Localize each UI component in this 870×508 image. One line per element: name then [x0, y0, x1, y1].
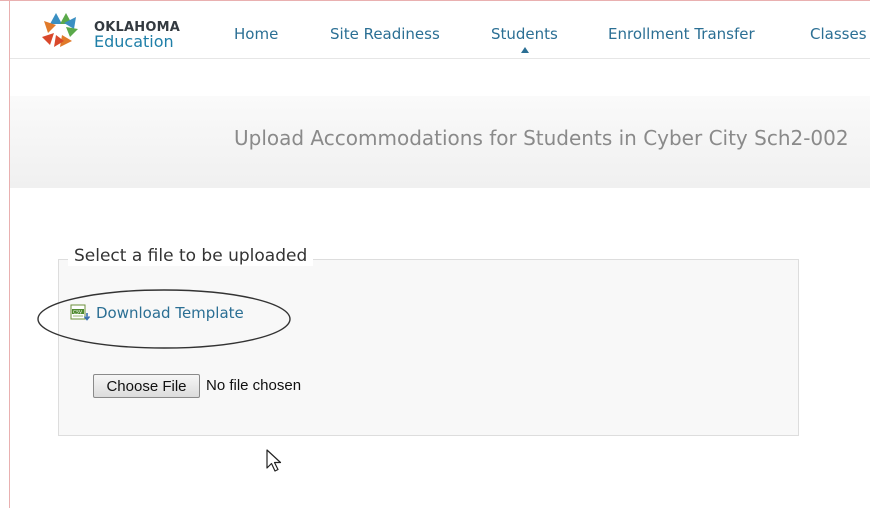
nav-item-enrollment-transfer[interactable]: Enrollment Transfer — [608, 25, 755, 43]
annotation-ellipse — [37, 289, 291, 349]
logo-line-2: Education — [94, 32, 174, 51]
nav-item-classes[interactable]: Classes — [810, 25, 867, 43]
star-logo-icon — [42, 13, 78, 47]
file-status-text: No file chosen — [206, 377, 302, 394]
upload-legend: Select a file to be uploaded — [68, 246, 314, 266]
window-border-left — [9, 0, 10, 508]
nav-item-site-readiness[interactable]: Site Readiness — [330, 25, 440, 43]
mouse-pointer-icon — [266, 449, 282, 472]
page-header-banner: Upload Accommodations for Students in Cy… — [10, 96, 870, 188]
nav-item-home[interactable]: Home — [234, 25, 278, 43]
nav-item-students[interactable]: Students — [491, 25, 558, 43]
active-nav-caret-icon — [521, 47, 529, 53]
top-navbar: OKLAHOMA Education Home Site Readiness S… — [10, 1, 870, 59]
page-title: Upload Accommodations for Students in Cy… — [234, 126, 849, 150]
choose-file-button[interactable]: Choose File — [93, 374, 200, 398]
oklahoma-education-logo[interactable]: OKLAHOMA Education — [36, 11, 211, 51]
